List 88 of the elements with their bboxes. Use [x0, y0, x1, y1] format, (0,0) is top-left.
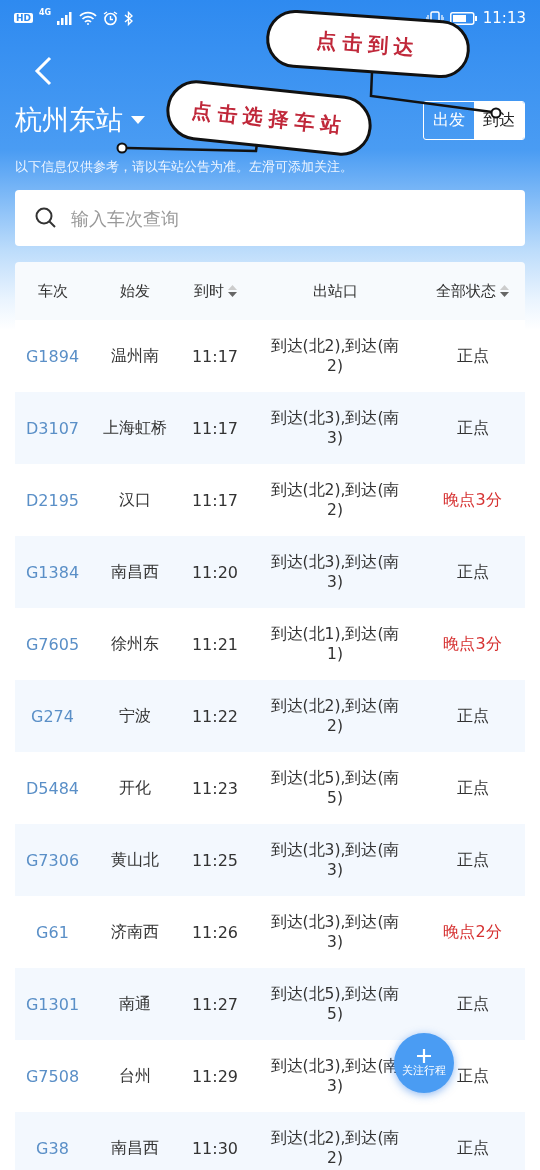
train-row[interactable]: G7306 黄山北 11:25 到达(北3),到达(南3) 正点: [15, 824, 525, 896]
train-number: G61: [36, 922, 69, 942]
exit-gate: 到达(北5),到达(南5): [269, 984, 401, 1024]
exit-gate: 到达(北2),到达(南2): [269, 696, 401, 736]
train-number: G7306: [25, 850, 80, 870]
train-row[interactable]: G1384 南昌西 11:20 到达(北3),到达(南3) 正点: [15, 536, 525, 608]
origin-station: 南昌西: [111, 1137, 159, 1159]
exit-gate: 到达(北3),到达(南3): [269, 912, 401, 952]
sort-icon[interactable]: [500, 285, 509, 297]
train-number: D2195: [25, 490, 79, 510]
train-status: 正点: [456, 705, 489, 727]
exit-gate: 到达(北2),到达(南2): [269, 1128, 401, 1168]
arrival-time: 11:30: [191, 1138, 239, 1158]
train-status: 正点: [456, 849, 489, 871]
dropdown-caret-icon[interactable]: [131, 116, 145, 124]
notice-text: 以下信息仅供参考，请以车站公告为准。左滑可添加关注。: [15, 158, 353, 176]
exit-gate: 到达(北3),到达(南3): [269, 552, 401, 592]
column-header: 始发: [120, 281, 150, 301]
exit-gate: 到达(北3),到达(南3): [269, 840, 401, 880]
train-number: G1301: [25, 994, 80, 1014]
column-header[interactable]: 到时: [193, 281, 224, 301]
train-number: D5484: [25, 778, 79, 798]
arrival-time: 11:27: [191, 994, 239, 1014]
alarm-icon: [103, 10, 119, 26]
origin-station: 济南西: [111, 921, 159, 943]
back-icon[interactable]: [34, 56, 52, 86]
annotation-callout: 点击到达: [264, 7, 472, 81]
origin-station: 宁波: [119, 705, 151, 727]
exit-gate: 到达(北1),到达(南1): [269, 624, 401, 664]
train-status: 晚点3分: [443, 633, 502, 655]
train-status: 正点: [456, 993, 489, 1015]
arrival-time: 11:25: [191, 850, 239, 870]
column-header: 出站口: [312, 281, 358, 301]
sort-icon[interactable]: [227, 285, 237, 297]
arrival-time: 11:29: [191, 1066, 239, 1086]
exit-gate: 到达(北5),到达(南5): [269, 768, 401, 808]
arrival-time: 11:22: [191, 706, 239, 726]
search-icon: [35, 207, 57, 229]
train-status: 正点: [456, 777, 489, 799]
search-input[interactable]: 输入车次查询: [69, 206, 505, 230]
train-number: G7508: [25, 1066, 80, 1086]
column-header: 车次: [37, 281, 68, 301]
train-row[interactable]: G1301 南通 11:27 到达(北5),到达(南5) 正点: [15, 968, 525, 1040]
origin-station: 开化: [119, 777, 151, 799]
train-row[interactable]: G38 南昌西 11:30 到达(北2),到达(南2) 正点: [15, 1112, 525, 1170]
signal-icon: [57, 11, 74, 25]
arrival-time: 11:17: [191, 490, 239, 510]
origin-station: 台州: [119, 1065, 151, 1087]
arrival-time: 11:23: [191, 778, 239, 798]
arrival-time: 11:20: [191, 562, 239, 582]
exit-gate: 到达(北2),到达(南2): [269, 336, 401, 376]
origin-station: 南昌西: [111, 561, 159, 583]
train-number: G1894: [25, 346, 80, 366]
arrival-time: 11:17: [191, 346, 239, 366]
exit-gate: 到达(北2),到达(南2): [269, 480, 401, 520]
exit-gate: 到达(北3),到达(南3): [269, 408, 401, 448]
arrival-time: 11:21: [191, 634, 239, 654]
train-number: G1384: [25, 562, 80, 582]
arrival-time: 11:17: [191, 418, 239, 438]
origin-station: 南通: [119, 993, 151, 1015]
battery-icon: [449, 11, 477, 25]
train-number: D3107: [25, 418, 79, 438]
origin-station: 汉口: [119, 489, 151, 511]
origin-station: 温州南: [111, 345, 159, 367]
plus-icon: [416, 1048, 432, 1064]
column-header[interactable]: 全部状态: [436, 281, 496, 301]
network-type: 4G: [39, 8, 52, 17]
train-status: 正点: [456, 561, 489, 583]
hd-indicator: HD: [14, 13, 33, 23]
origin-station: 上海虹桥: [103, 417, 167, 439]
train-status: 晚点3分: [443, 489, 502, 511]
train-status: 晚点2分: [443, 921, 502, 943]
origin-station: 黄山北: [111, 849, 159, 871]
train-status: 正点: [456, 1137, 489, 1159]
wifi-icon: [79, 11, 98, 25]
origin-station: 徐州东: [111, 633, 159, 655]
train-row[interactable]: D3107 上海虹桥 11:17 到达(北3),到达(南3) 正点: [15, 392, 525, 464]
search-field[interactable]: 输入车次查询: [15, 190, 525, 246]
bluetooth-icon: [124, 10, 134, 26]
train-number: G274: [31, 706, 74, 726]
train-status: 正点: [456, 345, 489, 367]
train-number: G7605: [25, 634, 80, 654]
train-number: G38: [36, 1138, 69, 1158]
arrival-time: 11:26: [191, 922, 239, 942]
train-status: 正点: [456, 1065, 489, 1087]
train-status: 正点: [456, 417, 489, 439]
train-row[interactable]: G274 宁波 11:22 到达(北2),到达(南2) 正点: [15, 680, 525, 752]
clock: 11:13: [482, 9, 526, 27]
